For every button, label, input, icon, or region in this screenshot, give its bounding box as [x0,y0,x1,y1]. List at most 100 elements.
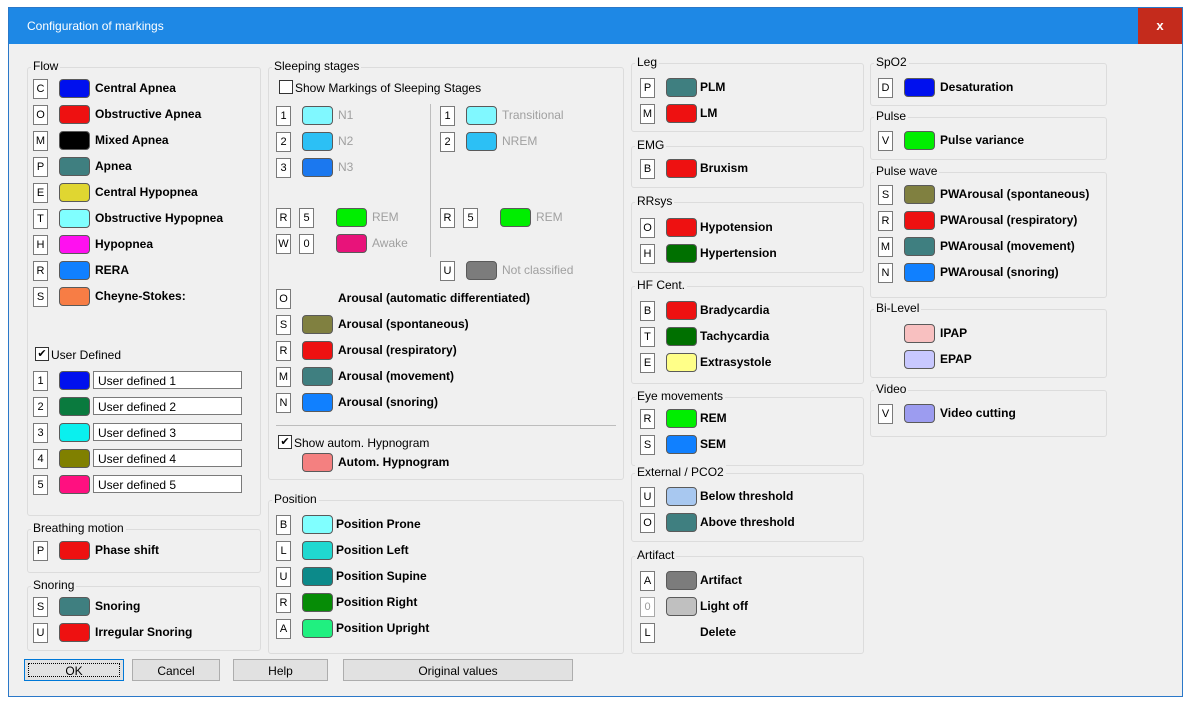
shortcut-key-field[interactable]: U [640,487,655,507]
shortcut-key-field[interactable]: S [33,597,48,617]
color-swatch[interactable] [666,159,697,178]
shortcut-key-field[interactable]: M [878,237,893,257]
user-defined-checkbox[interactable]: ✔ [35,347,49,361]
shortcut-key-field[interactable]: E [33,183,48,203]
shortcut-key-field[interactable]: U [276,567,291,587]
shortcut-key-field[interactable]: N [276,393,291,413]
color-swatch[interactable] [666,435,697,454]
color-swatch[interactable] [904,350,935,369]
color-swatch[interactable] [500,208,531,227]
shortcut-key-field[interactable]: 1 [33,371,48,391]
shortcut-key-field[interactable]: H [640,244,655,264]
color-swatch[interactable] [302,341,333,360]
show-sleeping-stages-checkbox[interactable] [279,80,293,94]
shortcut-key-field[interactable]: P [33,157,48,177]
color-swatch[interactable] [302,158,333,177]
color-swatch[interactable] [59,371,90,390]
shortcut-key-field[interactable]: 1 [276,106,291,126]
shortcut-key-field[interactable]: W [276,234,291,254]
shortcut-key-field[interactable]: 5 [33,475,48,495]
shortcut-key-field[interactable]: U [440,261,455,281]
color-swatch[interactable] [59,105,90,124]
shortcut-key-field[interactable]: 0 [299,234,314,254]
user-defined-name-input[interactable]: User defined 1 [93,371,242,389]
shortcut-key-field[interactable]: O [33,105,48,125]
user-defined-name-input[interactable]: User defined 5 [93,475,242,493]
shortcut-key-field[interactable]: P [640,78,655,98]
help-button[interactable]: Help [233,659,328,681]
color-swatch[interactable] [666,78,697,97]
shortcut-key-field[interactable]: V [878,404,893,424]
color-swatch[interactable] [666,353,697,372]
shortcut-key-field[interactable]: S [878,185,893,205]
close-button[interactable]: x [1138,8,1182,44]
color-swatch[interactable] [666,104,697,123]
color-swatch[interactable] [666,409,697,428]
shortcut-key-field[interactable]: 5 [299,208,314,228]
shortcut-key-field[interactable]: 4 [33,449,48,469]
color-swatch[interactable] [666,487,697,506]
color-swatch[interactable] [59,397,90,416]
shortcut-key-field[interactable]: C [33,79,48,99]
color-swatch[interactable] [59,209,90,228]
color-swatch[interactable] [302,593,333,612]
color-swatch[interactable] [59,423,90,442]
color-swatch[interactable] [59,449,90,468]
shortcut-key-field[interactable]: M [276,367,291,387]
color-swatch[interactable] [302,367,333,386]
shortcut-key-field[interactable]: B [640,301,655,321]
shortcut-key-field[interactable]: S [33,287,48,307]
color-swatch[interactable] [59,475,90,494]
shortcut-key-field[interactable]: D [878,78,893,98]
color-swatch[interactable] [666,244,697,263]
shortcut-key-field[interactable]: B [276,515,291,535]
shortcut-key-field[interactable]: 0 [640,597,655,617]
shortcut-key-field[interactable]: R [33,261,48,281]
color-swatch[interactable] [666,571,697,590]
color-swatch[interactable] [302,541,333,560]
shortcut-key-field[interactable]: S [640,435,655,455]
color-swatch[interactable] [904,185,935,204]
shortcut-key-field[interactable]: R [276,208,291,228]
color-swatch[interactable] [59,131,90,150]
shortcut-key-field[interactable]: B [640,159,655,179]
color-swatch[interactable] [904,131,935,150]
show-hypnogram-checkbox[interactable]: ✔ [278,435,292,449]
color-swatch[interactable] [336,208,367,227]
color-swatch[interactable] [666,327,697,346]
color-swatch[interactable] [904,78,935,97]
user-defined-name-input[interactable]: User defined 2 [93,397,242,415]
original-values-button[interactable]: Original values [343,659,573,681]
color-swatch[interactable] [59,597,90,616]
shortcut-key-field[interactable]: N [878,263,893,283]
shortcut-key-field[interactable]: 2 [33,397,48,417]
shortcut-key-field[interactable]: R [878,211,893,231]
color-swatch[interactable] [666,218,697,237]
shortcut-key-field[interactable]: E [640,353,655,373]
shortcut-key-field[interactable]: P [33,541,48,561]
color-swatch[interactable] [59,183,90,202]
shortcut-key-field[interactable]: O [640,513,655,533]
shortcut-key-field[interactable]: 2 [440,132,455,152]
shortcut-key-field[interactable]: R [276,341,291,361]
color-swatch[interactable] [466,132,497,151]
color-swatch[interactable] [666,513,697,532]
color-swatch[interactable] [302,315,333,334]
color-swatch[interactable] [904,237,935,256]
color-swatch[interactable] [466,261,497,280]
color-swatch[interactable] [666,301,697,320]
color-swatch[interactable] [336,234,367,253]
shortcut-key-field[interactable]: V [878,131,893,151]
color-swatch[interactable] [302,515,333,534]
cancel-button[interactable]: Cancel [132,659,220,681]
color-swatch[interactable] [302,619,333,638]
color-swatch[interactable] [59,79,90,98]
color-swatch[interactable] [59,157,90,176]
ok-button[interactable]: OK [24,659,124,681]
color-swatch[interactable] [302,567,333,586]
shortcut-key-field[interactable]: A [640,571,655,591]
color-swatch[interactable] [302,453,333,472]
shortcut-key-field[interactable]: A [276,619,291,639]
shortcut-key-field[interactable]: 1 [440,106,455,126]
shortcut-key-field[interactable]: L [276,541,291,561]
